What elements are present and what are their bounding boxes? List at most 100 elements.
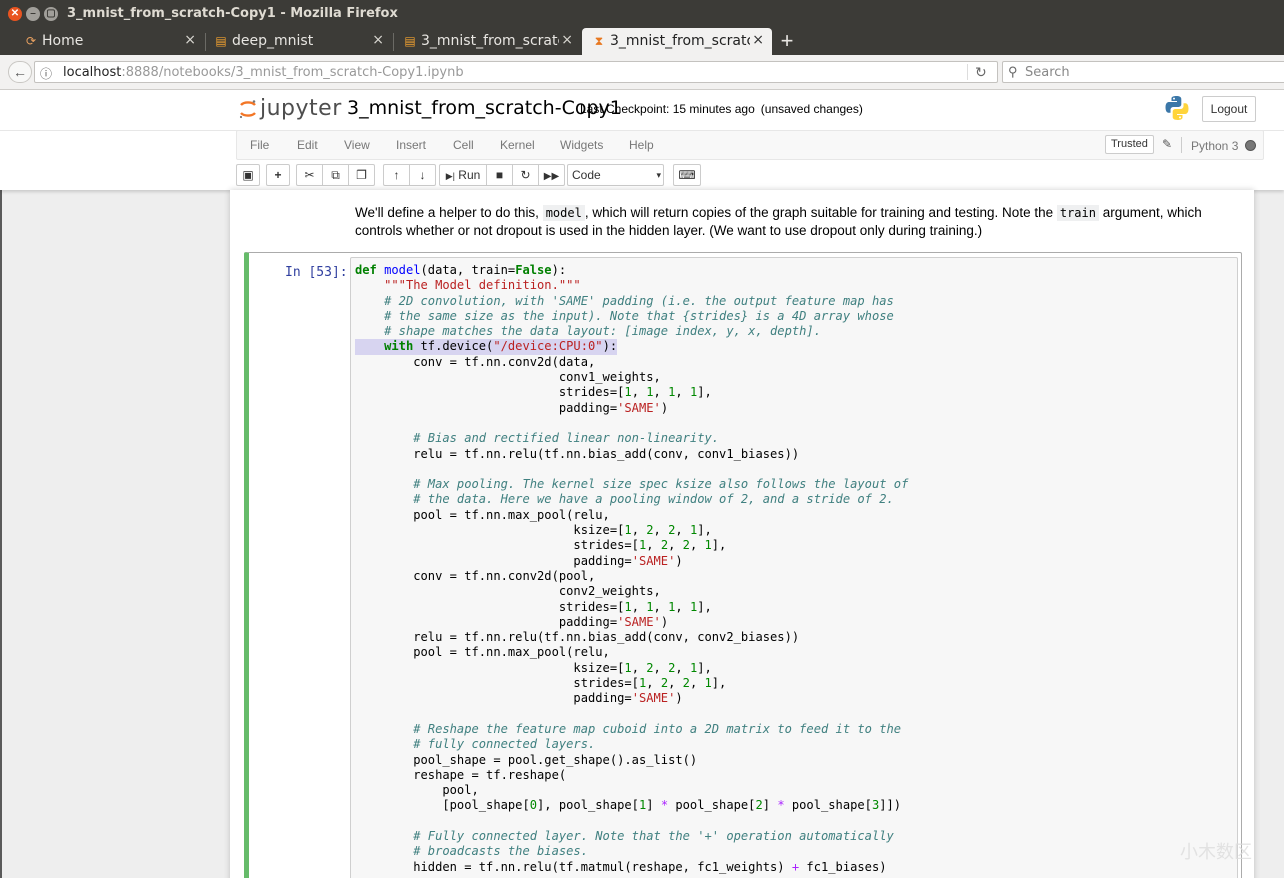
menu-view[interactable]: View (344, 138, 370, 152)
notebook-header: jupyter 3_mnist_from_scratch-Copy1 Last … (0, 90, 1284, 190)
notebook-container: We'll define a helper to do this, model,… (230, 190, 1254, 878)
url-divider (967, 64, 968, 80)
notebook-icon: ▤ (404, 34, 416, 48)
arrow-down-icon: ↓ (419, 168, 426, 182)
notebook-icon: ▤ (215, 34, 227, 48)
move-up-button[interactable]: ↑ (383, 164, 410, 186)
stop-icon: ■ (495, 168, 504, 182)
jupyter-logo-text: jupyter (260, 96, 342, 121)
new-tab-button[interactable]: + (776, 29, 798, 53)
unsaved-changes: (unsaved changes) (760, 102, 863, 116)
inline-code-model: model (542, 205, 585, 221)
run-label: Run (458, 168, 481, 182)
kernel-busy-indicator (1245, 140, 1256, 151)
jupyter-spinner-icon: ⟳ (25, 34, 37, 48)
markdown-cell[interactable]: We'll define a helper to do this, model,… (355, 204, 1235, 240)
tab-close-icon[interactable]: × (184, 32, 196, 48)
notebook-toolbar: ▣ + ✂ ⧉ ❐ ↑ ↓ ▶| Run ■ ↻ ▶▶ Code ▾ ⌨ (236, 162, 1264, 188)
cell-type-value: Code (572, 168, 601, 182)
scissors-icon: ✂ (304, 168, 315, 182)
select-arrow-icon: ▾ (656, 170, 661, 180)
menu-file[interactable]: File (250, 138, 269, 152)
keyboard-icon: ⌨ (678, 168, 696, 182)
url-host: localhost (63, 65, 122, 80)
menu-help[interactable]: Help (629, 138, 654, 152)
arrow-up-icon: ↑ (393, 168, 400, 182)
plus-icon: + (274, 168, 282, 182)
url-bar[interactable]: ⓘ localhost:8888/notebooks/3_mnist_from_… (34, 61, 998, 83)
browser-tab-deep-mnist[interactable]: ▤ deep_mnist × (204, 28, 392, 55)
logout-button[interactable]: Logout (1202, 96, 1256, 122)
markdown-text: , which will return copies of the graph … (584, 205, 1057, 220)
inline-code-train: train (1056, 205, 1099, 221)
menu-cell[interactable]: Cell (453, 138, 474, 152)
page-viewport: jupyter 3_mnist_from_scratch-Copy1 Last … (0, 90, 1284, 878)
tab-label: deep_mnist (232, 33, 314, 49)
search-icon: ⚲ (1008, 64, 1018, 79)
menu-widgets[interactable]: Widgets (560, 138, 603, 152)
pencil-icon[interactable]: ✎ (1162, 137, 1172, 151)
python-logo-icon (1165, 96, 1189, 120)
move-down-button[interactable]: ↓ (409, 164, 436, 186)
copy-button[interactable]: ⧉ (322, 164, 349, 186)
watermark: 小木数区 (1180, 842, 1252, 863)
step-forward-icon: ▶| (445, 171, 455, 181)
restart-run-all-button[interactable]: ▶▶ (538, 164, 565, 186)
run-button[interactable]: ▶| Run (439, 164, 487, 186)
save-icon: ▣ (242, 168, 254, 182)
left-edge (0, 90, 2, 878)
menu-insert[interactable]: Insert (396, 138, 426, 152)
browser-tab-home[interactable]: ⟳ Home × (14, 28, 204, 55)
hourglass-icon: ⧗ (594, 34, 604, 48)
url-text[interactable]: localhost:8888/notebooks/3_mnist_from_sc… (63, 65, 464, 80)
window-titlebar: ✕ – ▢ 3_mnist_from_scratch-Copy1 - Mozil… (0, 0, 1284, 28)
menu-edit[interactable]: Edit (297, 138, 318, 152)
restart-button[interactable]: ↻ (512, 164, 539, 186)
window-minimize-button[interactable]: – (26, 7, 40, 21)
cut-button[interactable]: ✂ (296, 164, 323, 186)
code-cell-selected[interactable]: In [53]: def model(data, train=False): "… (244, 252, 1242, 878)
browser-tab-mnist-scratch-copy[interactable]: ⧗ 3_mnist_from_scratch × (582, 28, 772, 55)
search-bar[interactable]: ⚲ Search (1002, 61, 1284, 83)
insert-cell-button[interactable]: + (266, 164, 290, 186)
browser-navbar: ← ⓘ localhost:8888/notebooks/3_mnist_fro… (0, 55, 1284, 90)
restart-icon: ↻ (520, 168, 531, 182)
markdown-text: We'll define a helper to do this, (355, 205, 543, 220)
menu-kernel[interactable]: Kernel (500, 138, 535, 152)
tab-close-icon[interactable]: × (752, 32, 764, 48)
browser-tab-mnist-scratch[interactable]: ▤ 3_mnist_from_scratch × (393, 28, 581, 55)
tab-label: 3_mnist_from_scratch (610, 33, 750, 49)
search-placeholder: Search (1025, 65, 1070, 80)
window-maximize-button[interactable]: ▢ (44, 7, 58, 21)
jupyter-logo-icon (239, 100, 256, 119)
copy-icon: ⧉ (331, 168, 340, 182)
cell-type-select[interactable]: Code ▾ (567, 164, 664, 186)
tab-close-icon[interactable]: × (372, 32, 384, 48)
tab-label: Home (42, 33, 84, 49)
code-content: def model(data, train=False): """The Mod… (355, 263, 909, 874)
save-button[interactable]: ▣ (236, 164, 260, 186)
last-checkpoint: Last Checkpoint: 15 minutes ago (580, 102, 755, 116)
back-button[interactable]: ← (8, 61, 32, 83)
url-path: :8888/notebooks/3_mnist_from_scratch-Cop… (121, 65, 464, 80)
paste-icon: ❐ (356, 168, 367, 182)
paste-button[interactable]: ❐ (348, 164, 375, 186)
browser-tab-strip: ⟳ Home × ▤ deep_mnist × ▤ 3_mnist_from_s… (0, 28, 1284, 55)
command-palette-button[interactable]: ⌨ (673, 164, 701, 186)
window-close-button[interactable]: ✕ (8, 7, 22, 21)
tab-close-icon[interactable]: × (561, 32, 573, 48)
back-arrow-icon: ← (13, 64, 27, 80)
window-title: 3_mnist_from_scratch-Copy1 - Mozilla Fir… (67, 6, 398, 21)
tab-label: 3_mnist_from_scratch (421, 33, 559, 49)
input-prompt: In [53]: (285, 265, 348, 280)
trusted-indicator[interactable]: Trusted (1105, 135, 1154, 154)
info-icon[interactable]: ⓘ (40, 65, 52, 82)
reload-icon[interactable]: ↻ (975, 64, 987, 81)
notebook-menubar: File Edit View Insert Cell Kernel Widget… (236, 130, 1264, 160)
kernel-divider (1181, 137, 1182, 153)
checkpoint-status: Last Checkpoint: 15 minutes ago (unsaved … (580, 102, 863, 116)
kernel-name[interactable]: Python 3 (1191, 139, 1238, 153)
code-editor[interactable]: def model(data, train=False): """The Mod… (350, 257, 1238, 878)
fast-forward-icon: ▶▶ (543, 171, 560, 182)
interrupt-button[interactable]: ■ (486, 164, 513, 186)
